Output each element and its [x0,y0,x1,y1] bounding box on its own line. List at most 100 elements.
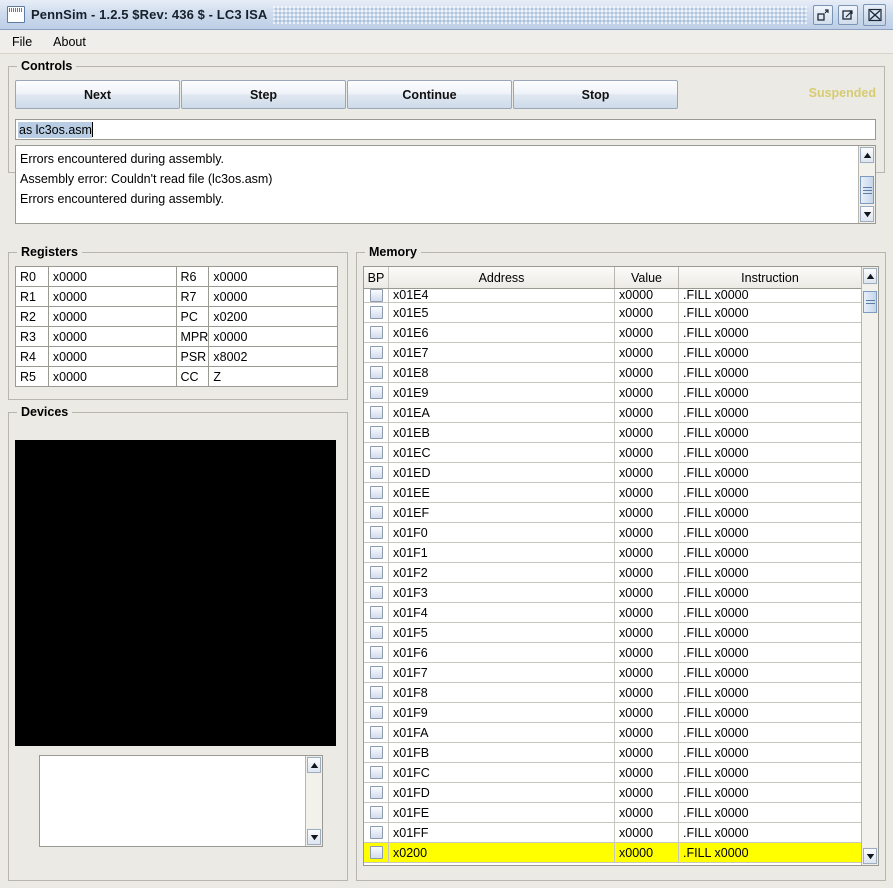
register-value[interactable]: x0000 [49,287,177,306]
breakpoint-checkbox[interactable] [369,766,383,779]
value-cell[interactable]: x0000 [615,503,679,522]
breakpoint-cell[interactable] [364,423,389,442]
continue-button[interactable]: Continue [347,80,512,109]
value-cell[interactable]: x0000 [615,823,679,842]
breakpoint-checkbox[interactable] [369,646,383,659]
table-row[interactable]: x01F8 x0000 .FILL x0000 [364,683,861,703]
table-row[interactable]: x01EE x0000 .FILL x0000 [364,483,861,503]
table-row[interactable]: x01EA x0000 .FILL x0000 [364,403,861,423]
step-button[interactable]: Step [181,80,346,109]
register-value[interactable]: Z [209,367,337,386]
breakpoint-checkbox[interactable] [369,746,383,759]
breakpoint-checkbox[interactable] [369,386,383,399]
table-row[interactable]: x01F4 x0000 .FILL x0000 [364,603,861,623]
instruction-cell[interactable]: .FILL x0000 [679,483,861,502]
scroll-down-icon[interactable] [863,848,877,864]
instruction-cell[interactable]: .FILL x0000 [679,523,861,542]
value-cell[interactable]: x0000 [615,403,679,422]
instruction-cell[interactable]: .FILL x0000 [679,783,861,802]
instruction-cell[interactable]: .FILL x0000 [679,363,861,382]
register-value[interactable]: x0000 [49,327,177,346]
breakpoint-checkbox[interactable] [369,506,383,519]
device-input[interactable] [39,755,323,847]
value-cell[interactable]: x0000 [615,683,679,702]
breakpoint-cell[interactable] [364,363,389,382]
breakpoint-cell[interactable] [364,463,389,482]
value-cell[interactable]: x0000 [615,543,679,562]
column-header-instruction[interactable]: Instruction [679,267,861,288]
breakpoint-cell[interactable] [364,503,389,522]
address-cell[interactable]: x0200 [389,843,615,862]
value-cell[interactable]: x0000 [615,323,679,342]
register-value[interactable]: x0000 [49,367,177,386]
breakpoint-cell[interactable] [364,403,389,422]
address-cell[interactable]: x01F8 [389,683,615,702]
memory-scrollbar[interactable] [861,267,878,865]
address-cell[interactable]: x01F7 [389,663,615,682]
register-value[interactable]: x8002 [209,347,337,366]
value-cell[interactable]: x0000 [615,663,679,682]
address-cell[interactable]: x01E7 [389,343,615,362]
table-row[interactable]: x01EF x0000 .FILL x0000 [364,503,861,523]
table-row[interactable]: x01E5 x0000 .FILL x0000 [364,303,861,323]
register-value[interactable]: x0000 [49,267,177,286]
next-button[interactable]: Next [15,80,180,109]
table-row[interactable]: x01F3 x0000 .FILL x0000 [364,583,861,603]
stop-button[interactable]: Stop [513,80,678,109]
breakpoint-cell[interactable] [364,743,389,762]
value-cell[interactable]: x0000 [615,289,679,302]
breakpoint-checkbox[interactable] [369,606,383,619]
register-value[interactable]: x0000 [209,287,337,306]
breakpoint-cell[interactable] [364,443,389,462]
breakpoint-cell[interactable] [364,523,389,542]
address-cell[interactable]: x01F3 [389,583,615,602]
table-row[interactable]: x01ED x0000 .FILL x0000 [364,463,861,483]
instruction-cell[interactable]: .FILL x0000 [679,543,861,562]
memory-scroll-thumb[interactable] [863,291,877,313]
breakpoint-checkbox[interactable] [369,306,383,319]
breakpoint-cell[interactable] [364,823,389,842]
value-cell[interactable]: x0000 [615,783,679,802]
breakpoint-cell[interactable] [364,663,389,682]
instruction-cell[interactable]: .FILL x0000 [679,563,861,582]
instruction-cell[interactable]: .FILL x0000 [679,503,861,522]
instruction-cell[interactable]: .FILL x0000 [679,383,861,402]
instruction-cell[interactable]: .FILL x0000 [679,803,861,822]
address-cell[interactable]: x01E6 [389,323,615,342]
table-row[interactable]: x01F6 x0000 .FILL x0000 [364,643,861,663]
breakpoint-checkbox[interactable] [369,546,383,559]
value-cell[interactable]: x0000 [615,463,679,482]
address-cell[interactable]: x01FF [389,823,615,842]
breakpoint-checkbox[interactable] [369,566,383,579]
scroll-up-icon[interactable] [863,268,877,284]
breakpoint-checkbox[interactable] [369,406,383,419]
table-row[interactable]: x01FC x0000 .FILL x0000 [364,763,861,783]
breakpoint-checkbox[interactable] [369,826,383,839]
address-cell[interactable]: x01E8 [389,363,615,382]
menu-item-about[interactable]: About [44,32,95,52]
instruction-cell[interactable]: .FILL x0000 [679,743,861,762]
breakpoint-cell[interactable] [364,289,389,302]
close-icon[interactable] [863,3,886,26]
table-row[interactable]: x01EB x0000 .FILL x0000 [364,423,861,443]
table-row[interactable]: x01E4 x0000 .FILL x0000 [364,289,861,303]
instruction-cell[interactable]: .FILL x0000 [679,303,861,322]
table-row[interactable]: x01F5 x0000 .FILL x0000 [364,623,861,643]
table-row[interactable]: x01F9 x0000 .FILL x0000 [364,703,861,723]
address-cell[interactable]: x01F0 [389,523,615,542]
address-cell[interactable]: x01F9 [389,703,615,722]
console-scrollbar[interactable] [858,146,875,223]
address-cell[interactable]: x01F2 [389,563,615,582]
address-cell[interactable]: x01FB [389,743,615,762]
breakpoint-cell[interactable] [364,543,389,562]
scroll-down-icon[interactable] [307,829,321,845]
memory-scroll-track[interactable] [862,285,878,847]
value-cell[interactable]: x0000 [615,623,679,642]
instruction-cell[interactable]: .FILL x0000 [679,703,861,722]
breakpoint-checkbox[interactable] [369,586,383,599]
value-cell[interactable]: x0000 [615,643,679,662]
table-row[interactable]: x01EC x0000 .FILL x0000 [364,443,861,463]
breakpoint-checkbox[interactable] [369,366,383,379]
register-value[interactable]: x0000 [209,267,337,286]
breakpoint-cell[interactable] [364,383,389,402]
